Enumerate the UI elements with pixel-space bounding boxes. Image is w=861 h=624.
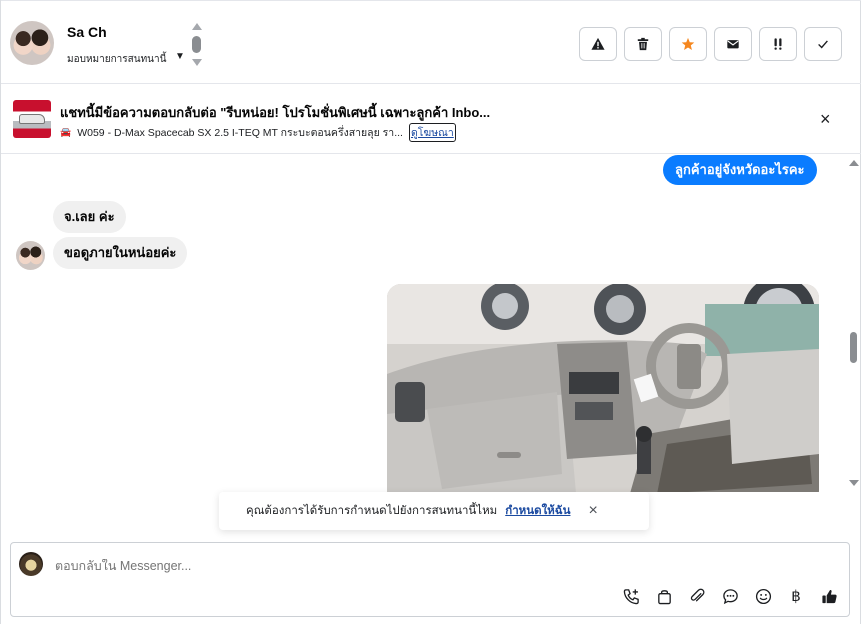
- exclamation-icon: [774, 38, 782, 50]
- conversation-header: Sa Ch มอบหมายการสนทนานี้ ▼: [1, 0, 861, 84]
- ad-subtitle: 🚘 W059 - D-Max Spacecab SX 2.5 I-TEQ MT …: [60, 123, 456, 142]
- header-scrollbar[interactable]: [191, 23, 203, 67]
- star-button[interactable]: [669, 27, 707, 61]
- ad-thumbnail[interactable]: [13, 100, 51, 138]
- report-spam-button[interactable]: [579, 27, 617, 61]
- ad-subtitle-text: W059 - D-Max Spacecab SX 2.5 I-TEQ MT กร…: [77, 127, 403, 139]
- scroll-up-icon[interactable]: [849, 160, 859, 166]
- message-bubble-incoming[interactable]: ขอดูภายในหน่อยค่ะ: [53, 237, 188, 269]
- message-bubble-incoming[interactable]: จ.เลย ค่ะ: [53, 201, 126, 233]
- page-avatar: [19, 552, 43, 576]
- reply-composer: ฿: [10, 542, 850, 617]
- scroll-up-icon[interactable]: [192, 23, 202, 30]
- composer-tools: ฿: [621, 586, 839, 606]
- envelope-icon: [727, 40, 739, 49]
- scroll-down-icon[interactable]: [192, 59, 202, 66]
- star-icon: [681, 37, 695, 50]
- mark-unread-button[interactable]: [714, 27, 752, 61]
- car-interior-image: [387, 284, 819, 492]
- attached-photo-car-interior[interactable]: [387, 284, 819, 492]
- reply-input[interactable]: [55, 559, 755, 573]
- assign-prompt-toast: คุณต้องการได้รับการกำหนดไปยังการสนทนานี้…: [219, 492, 649, 530]
- call-add-icon[interactable]: [621, 586, 641, 606]
- close-icon[interactable]: ×: [820, 110, 831, 128]
- warning-icon: [591, 37, 605, 50]
- car-icon: 🚘: [60, 127, 72, 137]
- ad-title: แชทนี้มีข้อความตอบกลับต่อ "รีบหน่อย! โปร…: [60, 105, 491, 120]
- view-ad-link[interactable]: ดูโฆษณา: [408, 123, 456, 142]
- message-list-scrollbar[interactable]: [847, 155, 861, 492]
- ad-context-banner: แชทนี้มีข้อความตอบกลับต่อ "รีบหน่อย! โปร…: [1, 84, 861, 154]
- scroll-thumb[interactable]: [850, 332, 857, 363]
- trash-icon: [637, 37, 649, 51]
- conversation-panel: Sa Ch มอบหมายการสนทนานี้ ▼ แชทนี้มีข้อคว…: [0, 0, 861, 624]
- contact-name[interactable]: Sa Ch: [67, 24, 107, 40]
- contact-avatar[interactable]: [10, 21, 54, 65]
- emoji-icon[interactable]: [753, 586, 773, 606]
- assign-conversation-label[interactable]: มอบหมายการสนทนานี้: [67, 52, 166, 67]
- message-list[interactable]: ลูกค้าอยู่จังหวัดอะไรคะ จ.เลย ค่ะ ขอดูภา…: [1, 155, 861, 492]
- check-icon: [818, 40, 828, 49]
- assign-to-me-link[interactable]: กำหนดให้ฉัน: [505, 502, 570, 520]
- baht-icon[interactable]: ฿: [786, 586, 806, 606]
- shopping-bag-icon[interactable]: [654, 586, 674, 606]
- chevron-down-icon[interactable]: ▼: [175, 51, 185, 62]
- scroll-down-icon[interactable]: [849, 480, 859, 486]
- delete-button[interactable]: [624, 27, 662, 61]
- header-actions: [579, 27, 842, 61]
- thumbs-up-icon[interactable]: [819, 586, 839, 606]
- follow-up-button[interactable]: [759, 27, 797, 61]
- sender-avatar: [16, 241, 45, 270]
- car-image: [19, 114, 45, 124]
- scroll-thumb[interactable]: [192, 36, 201, 53]
- paperclip-icon[interactable]: [687, 586, 707, 606]
- close-icon[interactable]: ×: [588, 502, 597, 520]
- message-bubble-outgoing[interactable]: ลูกค้าอยู่จังหวัดอะไรคะ: [663, 155, 817, 185]
- mark-done-button[interactable]: [804, 27, 842, 61]
- saved-reply-icon[interactable]: [720, 586, 740, 606]
- toast-text: คุณต้องการได้รับการกำหนดไปยังการสนทนานี้…: [246, 505, 498, 517]
